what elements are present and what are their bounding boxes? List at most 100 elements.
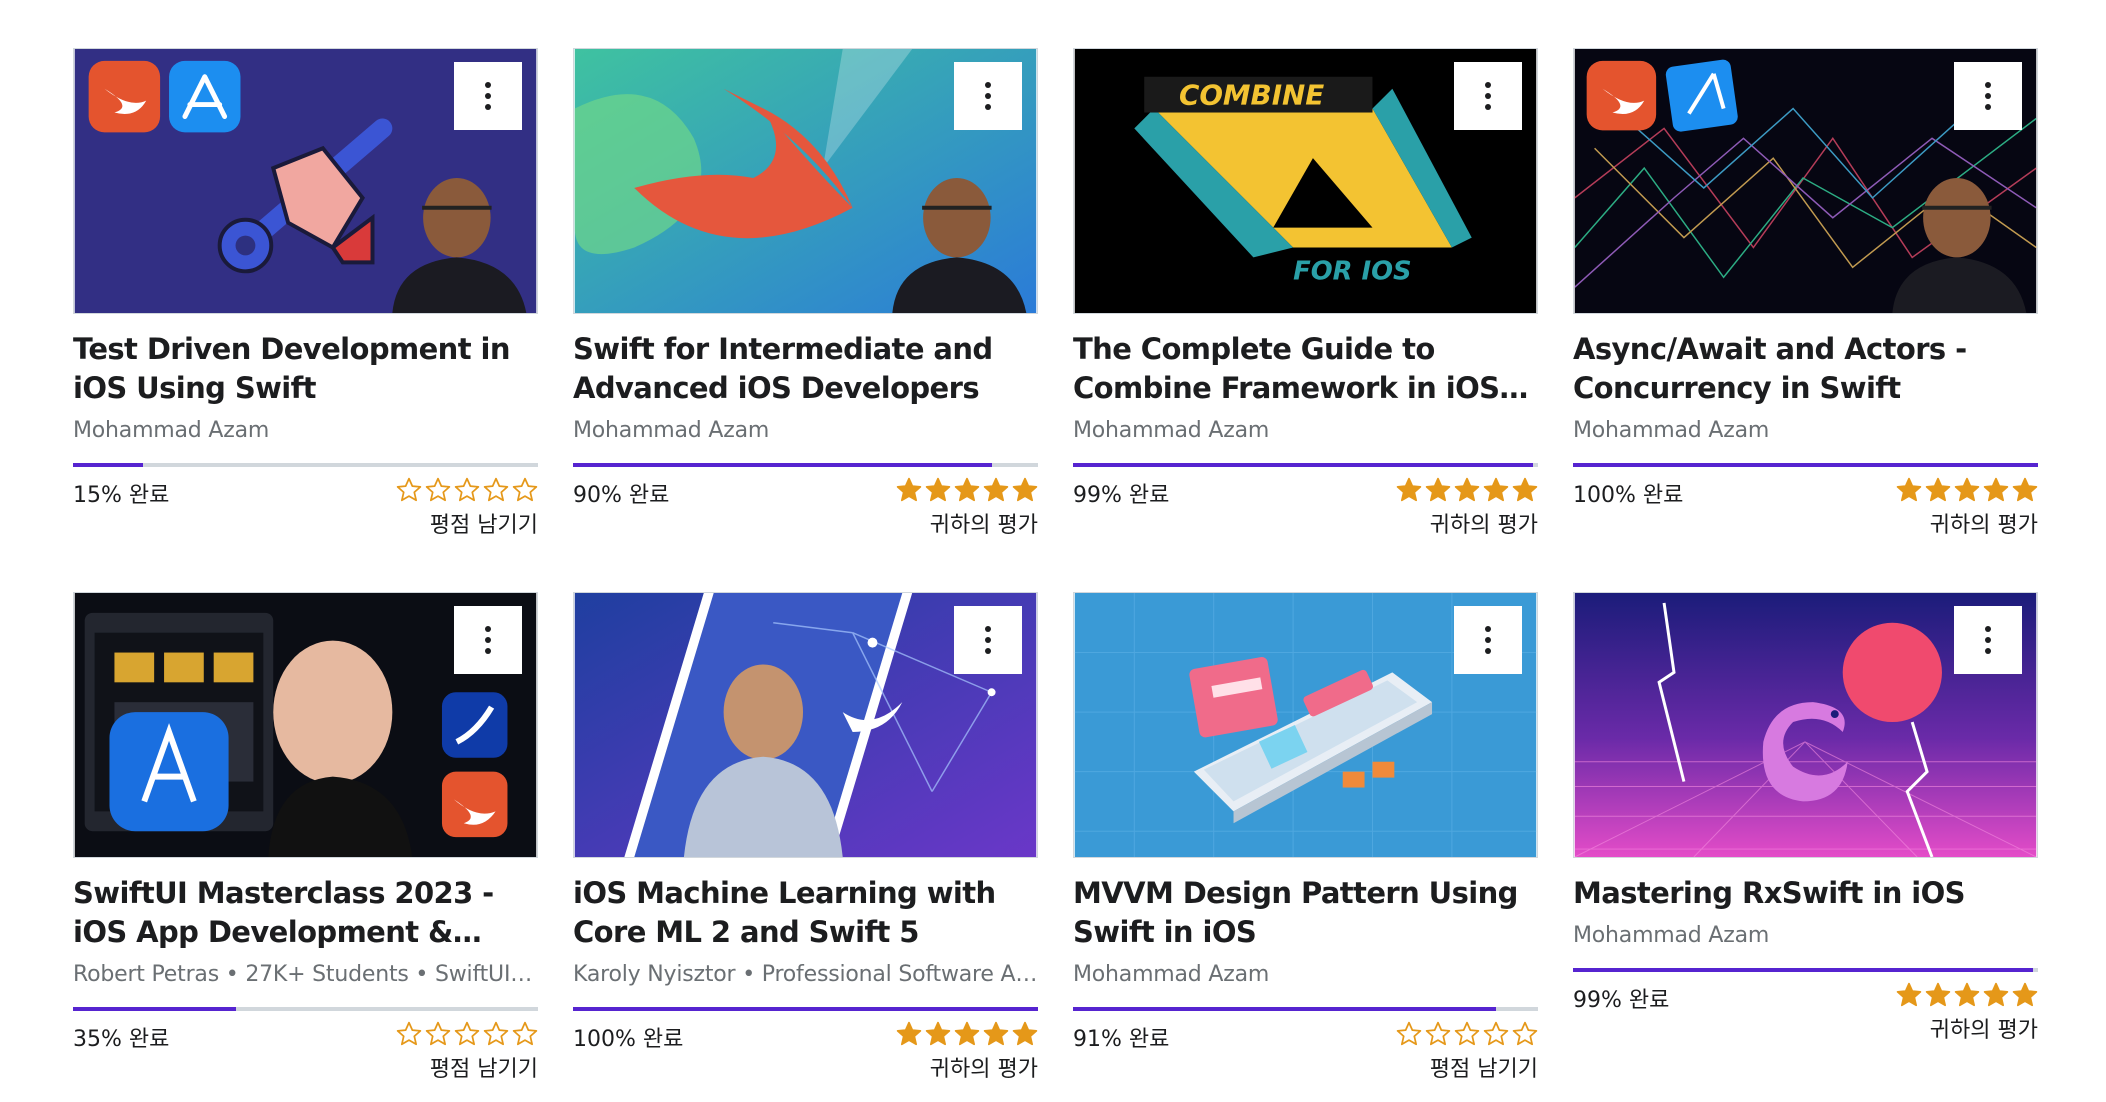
- star-filled-icon[interactable]: [896, 477, 922, 503]
- course-title[interactable]: Swift for Intermediate and Advanced iOS …: [573, 330, 1038, 408]
- progress-text: 100% 완료: [573, 1027, 684, 1052]
- star-filled-icon[interactable]: [1012, 477, 1038, 503]
- star-rating[interactable]: [1896, 982, 2038, 1008]
- rating-control[interactable]: 귀하의 평가: [1396, 477, 1538, 539]
- star-outline-icon[interactable]: [483, 1021, 509, 1047]
- star-filled-icon[interactable]: [1983, 477, 2009, 503]
- progress-fill: [73, 463, 143, 467]
- course-thumbnail[interactable]: [1573, 592, 2038, 858]
- rating-label[interactable]: 평점 남기기: [1430, 1051, 1538, 1083]
- star-filled-icon[interactable]: [954, 1021, 980, 1047]
- course-card[interactable]: MVVM Design Pattern Using Swift in iOS M…: [1073, 592, 1538, 1083]
- star-rating[interactable]: [1896, 477, 2038, 503]
- star-filled-icon[interactable]: [1925, 477, 1951, 503]
- rating-control[interactable]: 평점 남기기: [396, 1021, 538, 1083]
- star-filled-icon[interactable]: [2012, 477, 2038, 503]
- star-outline-icon[interactable]: [425, 1021, 451, 1047]
- course-menu-button[interactable]: [954, 606, 1022, 674]
- star-filled-icon[interactable]: [983, 1021, 1009, 1047]
- rating-label[interactable]: 귀하의 평가: [1930, 507, 2038, 539]
- course-menu-button[interactable]: [454, 62, 522, 130]
- star-outline-icon[interactable]: [483, 477, 509, 503]
- rating-label[interactable]: 평점 남기기: [430, 1051, 538, 1083]
- course-thumbnail[interactable]: [1073, 592, 1538, 858]
- star-outline-icon[interactable]: [1425, 1021, 1451, 1047]
- rating-control[interactable]: 귀하의 평가: [896, 1021, 1038, 1083]
- course-card[interactable]: iOS Machine Learning with Core ML 2 and …: [573, 592, 1038, 1083]
- course-menu-button[interactable]: [1454, 62, 1522, 130]
- course-menu-button[interactable]: [1454, 606, 1522, 674]
- star-outline-icon[interactable]: [1454, 1021, 1480, 1047]
- star-filled-icon[interactable]: [1454, 477, 1480, 503]
- course-menu-button[interactable]: [1954, 62, 2022, 130]
- star-filled-icon[interactable]: [1954, 477, 1980, 503]
- star-outline-icon[interactable]: [512, 477, 538, 503]
- course-title[interactable]: SwiftUI Masterclass 2023 - iOS App Devel…: [73, 874, 538, 952]
- course-menu-button[interactable]: [954, 62, 1022, 130]
- rating-control[interactable]: 귀하의 평가: [1896, 982, 2038, 1044]
- star-filled-icon[interactable]: [896, 1021, 922, 1047]
- star-outline-icon[interactable]: [454, 1021, 480, 1047]
- course-thumbnail[interactable]: [73, 48, 538, 314]
- star-filled-icon[interactable]: [1396, 477, 1422, 503]
- star-filled-icon[interactable]: [954, 477, 980, 503]
- course-title[interactable]: iOS Machine Learning with Core ML 2 and …: [573, 874, 1038, 952]
- star-filled-icon[interactable]: [1896, 982, 1922, 1008]
- course-title[interactable]: The Complete Guide to Combine Framework …: [1073, 330, 1538, 408]
- star-filled-icon[interactable]: [925, 1021, 951, 1047]
- course-card[interactable]: Async/Await and Actors - Concurrency in …: [1573, 48, 2038, 539]
- star-filled-icon[interactable]: [2012, 982, 2038, 1008]
- course-title[interactable]: MVVM Design Pattern Using Swift in iOS: [1073, 874, 1538, 952]
- star-filled-icon[interactable]: [1483, 477, 1509, 503]
- course-menu-button[interactable]: [1954, 606, 2022, 674]
- star-rating[interactable]: [896, 477, 1038, 503]
- star-filled-icon[interactable]: [1425, 477, 1451, 503]
- star-filled-icon[interactable]: [1512, 477, 1538, 503]
- star-filled-icon[interactable]: [1954, 982, 1980, 1008]
- course-title[interactable]: Mastering RxSwift in iOS: [1573, 874, 2038, 913]
- course-thumbnail[interactable]: [573, 48, 1038, 314]
- course-thumbnail[interactable]: [573, 592, 1038, 858]
- star-outline-icon[interactable]: [512, 1021, 538, 1047]
- star-rating[interactable]: [1396, 1021, 1538, 1047]
- star-filled-icon[interactable]: [1896, 477, 1922, 503]
- course-card[interactable]: Swift for Intermediate and Advanced iOS …: [573, 48, 1038, 539]
- star-filled-icon[interactable]: [925, 477, 951, 503]
- star-outline-icon[interactable]: [1512, 1021, 1538, 1047]
- star-outline-icon[interactable]: [1483, 1021, 1509, 1047]
- rating-control[interactable]: 귀하의 평가: [896, 477, 1038, 539]
- star-filled-icon[interactable]: [1012, 1021, 1038, 1047]
- progress-text: 90% 완료: [573, 483, 670, 508]
- course-thumbnail[interactable]: [73, 592, 538, 858]
- course-card[interactable]: COMBINE FOR IOS The Complete Guide to Co…: [1073, 48, 1538, 539]
- rating-label[interactable]: 귀하의 평가: [1930, 1012, 2038, 1044]
- course-card[interactable]: SwiftUI Masterclass 2023 - iOS App Devel…: [73, 592, 538, 1083]
- rating-control[interactable]: 귀하의 평가: [1896, 477, 2038, 539]
- course-thumbnail[interactable]: [1573, 48, 2038, 314]
- star-outline-icon[interactable]: [396, 477, 422, 503]
- star-rating[interactable]: [396, 477, 538, 503]
- star-outline-icon[interactable]: [454, 477, 480, 503]
- star-outline-icon[interactable]: [1396, 1021, 1422, 1047]
- rating-label[interactable]: 귀하의 평가: [1430, 507, 1538, 539]
- course-card[interactable]: Mastering RxSwift in iOS Mohammad Azam 9…: [1573, 592, 2038, 1083]
- star-outline-icon[interactable]: [425, 477, 451, 503]
- course-thumbnail[interactable]: COMBINE FOR IOS: [1073, 48, 1538, 314]
- star-filled-icon[interactable]: [983, 477, 1009, 503]
- rating-label[interactable]: 평점 남기기: [430, 507, 538, 539]
- rating-label[interactable]: 귀하의 평가: [930, 1051, 1038, 1083]
- course-menu-button[interactable]: [454, 606, 522, 674]
- star-rating[interactable]: [396, 1021, 538, 1047]
- course-title[interactable]: Test Driven Development in iOS Using Swi…: [73, 330, 538, 408]
- star-filled-icon[interactable]: [1925, 982, 1951, 1008]
- star-filled-icon[interactable]: [1983, 982, 2009, 1008]
- rating-control[interactable]: 평점 남기기: [396, 477, 538, 539]
- star-rating[interactable]: [896, 1021, 1038, 1047]
- rating-control[interactable]: 평점 남기기: [1396, 1021, 1538, 1083]
- star-outline-icon[interactable]: [396, 1021, 422, 1047]
- course-card[interactable]: Test Driven Development in iOS Using Swi…: [73, 48, 538, 539]
- star-rating[interactable]: [1396, 477, 1538, 503]
- progress-fill: [73, 1007, 236, 1011]
- rating-label[interactable]: 귀하의 평가: [930, 507, 1038, 539]
- course-title[interactable]: Async/Await and Actors - Concurrency in …: [1573, 330, 2038, 408]
